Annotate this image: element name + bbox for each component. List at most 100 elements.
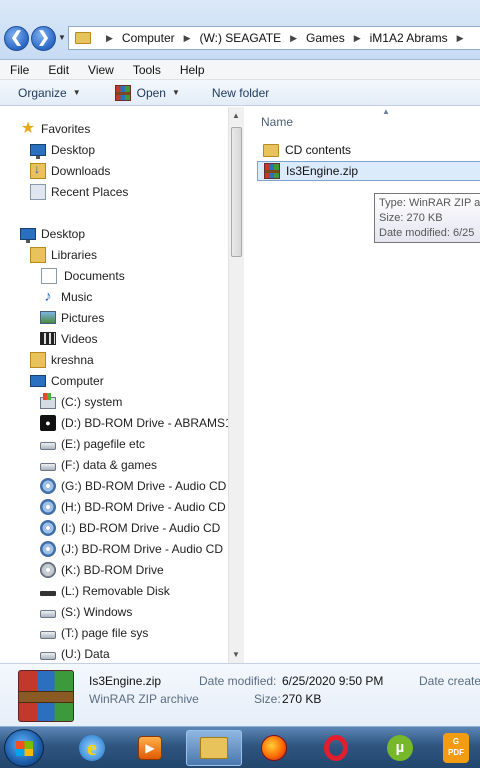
nav-videos[interactable]: Videos	[40, 328, 97, 349]
nav-label: Desktop	[41, 226, 86, 241]
taskbar-opera[interactable]	[308, 730, 364, 766]
menu-bar: File Edit View Tools Help	[0, 60, 480, 80]
nav-drive-c[interactable]: (C:) system	[40, 391, 122, 412]
scroll-down-icon[interactable]: ▼	[232, 650, 240, 659]
nav-label: Computer	[51, 373, 104, 388]
details-date-modified-value: 6/25/2020 9:50 PM	[282, 674, 384, 688]
details-date-created-label: Date created	[419, 674, 480, 688]
nav-desktop-favorite[interactable]: Desktop	[30, 139, 95, 160]
nav-label: (L:) Removable Disk	[61, 583, 170, 598]
details-file-type: WinRAR ZIP archive	[89, 692, 199, 706]
audio-cd-icon	[40, 498, 56, 515]
new-folder-button[interactable]: New folder	[212, 86, 269, 100]
nav-recent-places[interactable]: Recent Places	[30, 181, 128, 202]
nav-drive-g[interactable]: (G:) BD-ROM Drive - Audio CD	[40, 475, 226, 496]
nav-label: Recent Places	[51, 184, 129, 199]
nav-pictures[interactable]: Pictures	[40, 307, 104, 328]
nav-drive-k[interactable]: (K:) BD-ROM Drive	[40, 559, 164, 580]
nav-user-folder[interactable]: kreshna	[30, 349, 94, 370]
hard-drive-icon	[40, 441, 56, 450]
nav-computer[interactable]: Computer	[30, 370, 104, 391]
nav-drive-f[interactable]: (F:) data & games	[40, 454, 157, 475]
new-folder-label: New folder	[211, 85, 270, 100]
nav-drive-d[interactable]: ● (D:) BD-ROM Drive - ABRAMS1_	[40, 412, 238, 433]
firefox-icon	[261, 735, 287, 761]
navigation-scrollbar[interactable]: ▲ ▼	[228, 107, 244, 663]
menu-file[interactable]: File	[0, 63, 38, 77]
menu-edit[interactable]: Edit	[38, 63, 78, 77]
breadcrumb-computer[interactable]: Computer	[122, 31, 175, 45]
chevron-right-icon[interactable]: ▶	[106, 33, 113, 44]
pictures-icon	[40, 311, 56, 324]
nav-drive-h[interactable]: (H:) BD-ROM Drive - Audio CD	[40, 496, 226, 517]
chevron-right-icon[interactable]: ▶	[354, 33, 361, 44]
chevron-down-icon: ▼	[72, 88, 81, 97]
details-file-name: Is3Engine.zip	[89, 674, 162, 688]
nav-drive-i[interactable]: (I:) BD-ROM Drive - Audio CD	[40, 517, 220, 538]
breadcrumb[interactable]: ▶ Computer ▶ (W:) SEAGATE ▶ Games ▶ iM1A…	[68, 26, 480, 50]
scroll-up-icon[interactable]: ▲	[232, 111, 240, 120]
nav-drive-j[interactable]: (J:) BD-ROM Drive - Audio CD	[40, 538, 223, 559]
chevron-right-icon[interactable]: ▶	[457, 33, 464, 44]
file-item-is3engine[interactable]: Is3Engine.zip	[257, 161, 480, 181]
column-header-name[interactable]: Name	[261, 115, 293, 129]
command-bar: Organize ▼ Open ▼ New folder	[0, 80, 480, 106]
file-item-cd-contents[interactable]: CD contents	[257, 140, 480, 160]
hard-drive-icon	[40, 462, 56, 471]
start-button[interactable]	[4, 729, 44, 767]
opera-icon	[324, 735, 348, 761]
nav-label: (E:) pagefile etc	[61, 436, 146, 451]
taskbar-firefox[interactable]	[246, 730, 302, 766]
nav-downloads[interactable]: Downloads	[30, 160, 110, 181]
details-date-modified-label: Date modified:	[199, 674, 277, 688]
nav-label: (G:) BD-ROM Drive - Audio CD	[61, 478, 227, 493]
nav-label: (H:) BD-ROM Drive - Audio CD	[61, 499, 226, 514]
nav-label: Downloads	[51, 163, 111, 178]
forward-button[interactable]: ❯	[31, 26, 56, 51]
nav-favorites[interactable]: ★ Favorites	[20, 118, 91, 139]
menu-view[interactable]: View	[78, 63, 123, 77]
open-button[interactable]: Open ▼	[114, 84, 180, 101]
details-size-value: 270 KB	[282, 692, 322, 706]
libraries-icon	[30, 246, 46, 263]
chevron-right-icon[interactable]: ▶	[290, 33, 297, 44]
recent-pages-dropdown[interactable]: ▼	[58, 33, 68, 43]
breadcrumb-drive[interactable]: (W:) SEAGATE	[200, 31, 282, 45]
removable-disk-icon	[40, 591, 56, 596]
chevron-right-icon[interactable]: ▶	[184, 33, 191, 44]
pdf-app-icon: G PDF	[443, 733, 469, 763]
chevron-down-icon: ▼	[171, 88, 180, 97]
back-button[interactable]: ❮	[4, 26, 29, 51]
downloads-icon	[30, 162, 46, 179]
nav-label: (S:) Windows	[61, 604, 133, 619]
breadcrumb-games[interactable]: Games	[306, 31, 345, 45]
documents-icon	[41, 267, 57, 284]
menu-tools[interactable]: Tools	[123, 63, 170, 77]
scrollbar-thumb[interactable]	[231, 127, 242, 257]
taskbar-internet-explorer[interactable]: e	[64, 730, 120, 766]
taskbar-windows-explorer[interactable]	[186, 730, 242, 766]
taskbar: e ▶ µ G PDF	[0, 726, 480, 768]
file-name: CD contents	[285, 143, 352, 157]
nav-documents[interactable]: Documents	[40, 265, 125, 286]
nav-drive-e[interactable]: (E:) pagefile etc	[40, 433, 145, 454]
utorrent-icon: µ	[387, 735, 413, 761]
taskbar-utorrent[interactable]: µ	[372, 730, 428, 766]
nav-label: (I:) BD-ROM Drive - Audio CD	[61, 520, 221, 535]
breadcrumb-current[interactable]: iM1A2 Abrams	[370, 31, 448, 45]
nav-desktop[interactable]: Desktop	[20, 223, 85, 244]
nav-label: Music	[61, 289, 93, 304]
nav-label: Libraries	[51, 247, 98, 262]
nav-drive-u[interactable]: (U:) Data	[40, 643, 110, 663]
nav-drive-t[interactable]: (T:) page file sys	[40, 622, 148, 643]
menu-help[interactable]: Help	[170, 63, 214, 77]
taskbar-pdf-app[interactable]: G PDF	[432, 730, 480, 766]
media-player-icon: ▶	[138, 736, 162, 760]
organize-button[interactable]: Organize ▼	[18, 86, 81, 100]
nav-libraries[interactable]: Libraries	[30, 244, 97, 265]
navigation-pane: ★ Favorites Desktop Downloads Recent Pla…	[0, 107, 244, 663]
nav-drive-s[interactable]: (S:) Windows	[40, 601, 132, 622]
nav-music[interactable]: ♪ Music	[40, 286, 92, 307]
taskbar-media-player[interactable]: ▶	[122, 730, 178, 766]
nav-drive-l[interactable]: (L:) Removable Disk	[40, 580, 170, 601]
